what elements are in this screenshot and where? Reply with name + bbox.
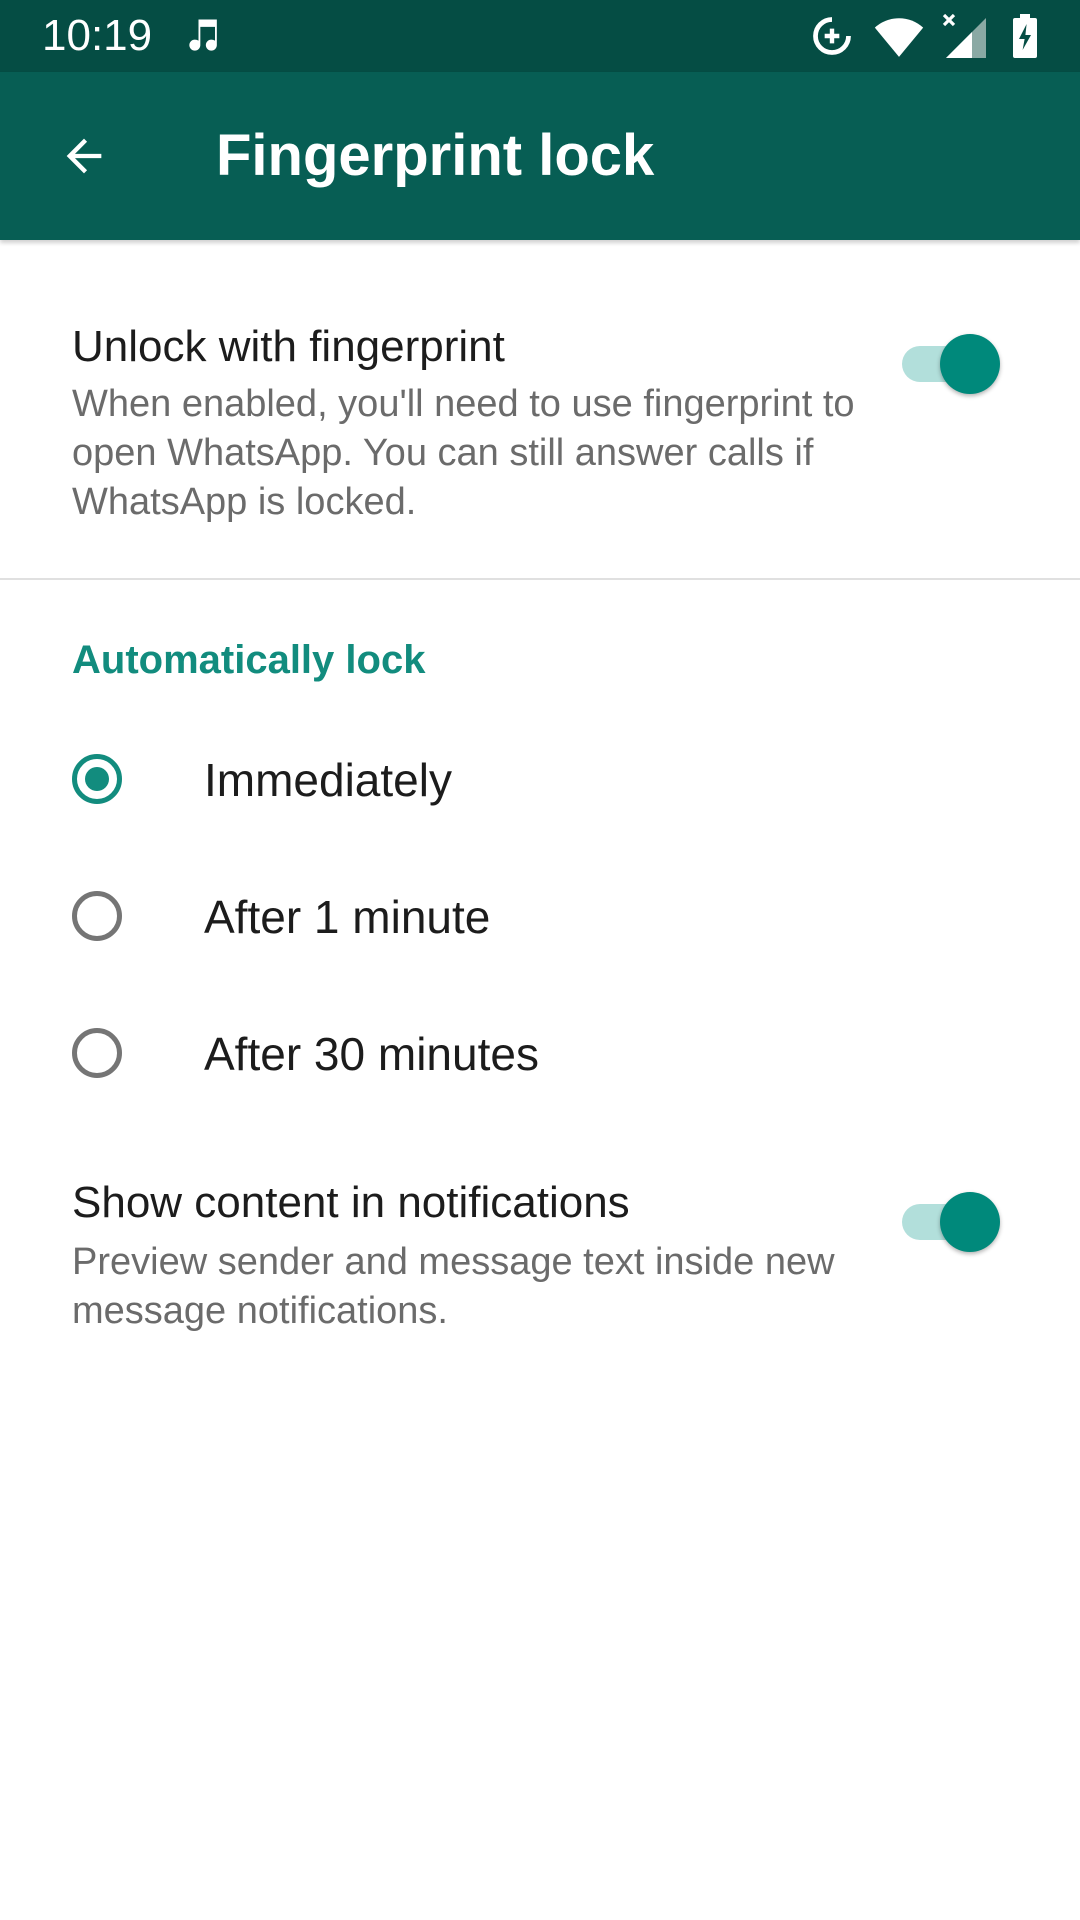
radio-option-after-1-minute[interactable]: After 1 minute (0, 855, 1080, 985)
unlock-fingerprint-switch[interactable] (900, 330, 1000, 394)
wifi-icon (874, 18, 924, 57)
app-bar: Fingerprint lock (0, 72, 1080, 240)
status-bar: 10:19 (0, 0, 1080, 72)
arrow-back-icon (66, 138, 102, 174)
battery-charging-icon (1013, 14, 1037, 58)
divider (0, 578, 1080, 580)
back-button[interactable] (40, 112, 128, 200)
music-note-icon (189, 19, 217, 51)
status-time: 10:19 (42, 11, 153, 60)
radio-option-immediately[interactable]: Immediately (0, 718, 1080, 848)
radio-label: After 1 minute (204, 891, 491, 943)
setting-summary: When enabled, you'll need to use fingerp… (72, 383, 855, 523)
section-header-automatically-lock: Automatically lock (72, 638, 426, 682)
switch-thumb (940, 334, 1000, 394)
radio-label: Immediately (204, 754, 452, 806)
radio-label: After 30 minutes (204, 1028, 539, 1080)
setting-summary: Preview sender and message text inside n… (72, 1241, 835, 1332)
data-saver-icon (813, 17, 851, 55)
show-content-switch[interactable] (900, 1188, 1000, 1252)
cell-signal-icon (942, 14, 986, 58)
radio-button[interactable] (72, 891, 122, 941)
radio-button-checked[interactable] (72, 754, 122, 804)
setting-title: Unlock with fingerprint (72, 322, 505, 371)
radio-option-after-30-minutes[interactable]: After 30 minutes (0, 992, 1080, 1122)
radio-button[interactable] (72, 1028, 122, 1078)
page-title: Fingerprint lock (216, 123, 655, 188)
unlock-with-fingerprint-setting[interactable]: Unlock with fingerprint When enabled, yo… (0, 240, 1080, 578)
radio-dot (85, 767, 109, 791)
show-content-in-notifications-setting[interactable]: Show content in notifications Preview se… (0, 1150, 1080, 1370)
switch-thumb (940, 1192, 1000, 1252)
setting-title: Show content in notifications (72, 1178, 630, 1227)
